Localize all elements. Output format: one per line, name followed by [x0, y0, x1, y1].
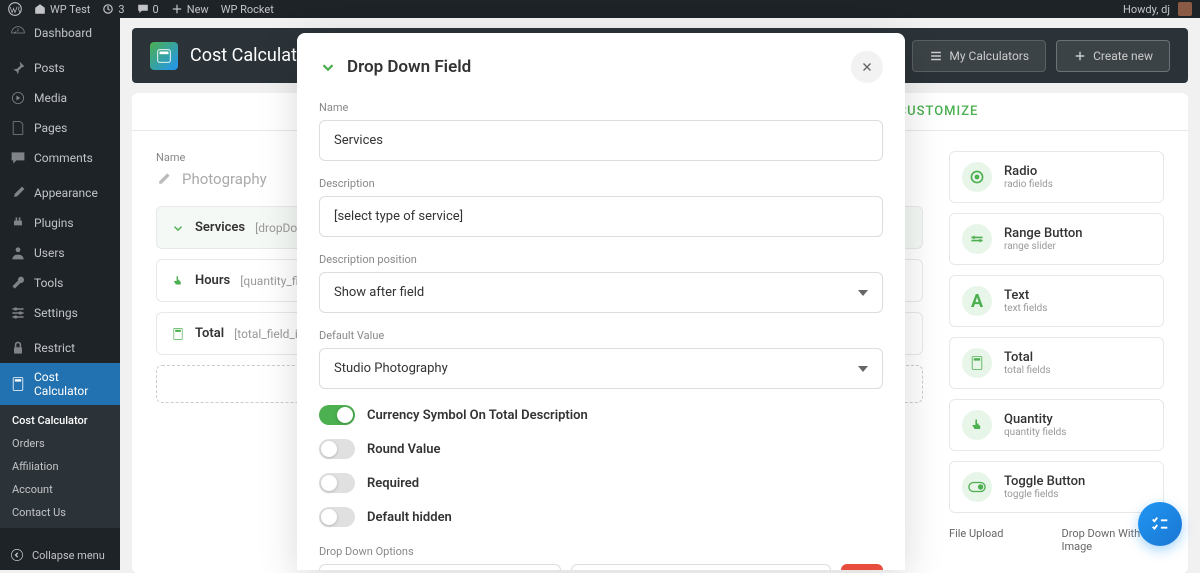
brush-icon [10, 185, 26, 201]
menu-settings[interactable]: Settings [0, 298, 120, 328]
description-input[interactable] [319, 196, 883, 237]
new-link[interactable]: New [171, 3, 209, 16]
element-text[interactable]: ATexttext fields [949, 275, 1164, 327]
option-name-input[interactable] [319, 564, 561, 570]
chevron-down-icon [319, 58, 337, 76]
dashboard-icon [10, 25, 26, 41]
modal-title: Drop Down Field [319, 57, 471, 77]
submenu-cost-calculator: Cost Calculator Orders Affiliation Accou… [0, 405, 120, 528]
element-quantity[interactable]: Quantityquantity fields [949, 399, 1164, 451]
menu-dashboard[interactable]: Dashboard [0, 18, 120, 48]
default-value-select[interactable]: Studio Photography [319, 348, 883, 389]
close-icon [860, 60, 874, 74]
description-label: Description [319, 177, 883, 190]
menu-cost-calculator[interactable]: Cost Calculator [0, 363, 120, 405]
options-label: Drop Down Options [319, 545, 883, 558]
hidden-toggle[interactable] [319, 507, 355, 527]
calculator-icon [10, 376, 26, 392]
element-radio[interactable]: Radioradio fields [949, 151, 1164, 203]
required-toggle[interactable] [319, 473, 355, 493]
help-fab[interactable] [1138, 502, 1182, 546]
menu-appearance[interactable]: Appearance [0, 178, 120, 208]
create-new-button[interactable]: Create new [1056, 40, 1170, 72]
menu-users[interactable]: Users [0, 238, 120, 268]
chevron-down-icon [171, 221, 185, 235]
radio-icon [962, 162, 992, 192]
edit-icon [156, 171, 172, 187]
submenu-orders[interactable]: Orders [0, 432, 120, 455]
menu-plugins[interactable]: Plugins [0, 208, 120, 238]
site-link[interactable]: WP Test [34, 3, 90, 16]
page-icon [10, 120, 26, 136]
wp-admin-sidebar: Dashboard Posts Media Pages Comments App… [0, 18, 120, 570]
submenu-account[interactable]: Account [0, 478, 120, 501]
round-toggle-label: Round Value [367, 442, 440, 457]
hand-icon [171, 274, 185, 288]
dropdown-field-modal: Drop Down Field Name Description Descrip… [297, 33, 905, 570]
admin-bar: WP Test 3 0 New WP Rocket Howdy, dj [0, 0, 1200, 18]
desc-position-label: Description position [319, 253, 883, 266]
currency-toggle-label: Currency Symbol On Total Description [367, 408, 588, 423]
file-upload-label: File Upload [949, 527, 1052, 553]
howdy-user[interactable]: Howdy, dj [1123, 2, 1192, 16]
user-icon [10, 245, 26, 261]
calculator-field-icon [171, 327, 185, 341]
media-icon [10, 90, 26, 106]
cc-title: Cost Calculator [190, 45, 313, 66]
menu-comments[interactable]: Comments [0, 143, 120, 173]
submenu-contact[interactable]: Contact Us [0, 501, 120, 524]
updates-link[interactable]: 3 [102, 3, 124, 16]
default-value-label: Default Value [319, 329, 883, 342]
menu-pages[interactable]: Pages [0, 113, 120, 143]
comment-icon [10, 150, 26, 166]
range-icon [962, 224, 992, 254]
my-calculators-button[interactable]: My Calculators [912, 40, 1046, 72]
name-input[interactable] [319, 120, 883, 161]
checklist-icon [1149, 513, 1171, 535]
currency-toggle[interactable] [319, 405, 355, 425]
element-toggle[interactable]: Toggle Buttontoggle fields [949, 461, 1164, 513]
round-toggle[interactable] [319, 439, 355, 459]
wrench-icon [10, 275, 26, 291]
plug-icon [10, 215, 26, 231]
submenu-affiliation[interactable]: Affiliation [0, 455, 120, 478]
quantity-icon [962, 410, 992, 440]
collapse-menu[interactable]: Collapse menu [0, 540, 120, 570]
menu-posts[interactable]: Posts [0, 53, 120, 83]
submenu-title[interactable]: Cost Calculator [0, 409, 120, 432]
delete-option-button[interactable] [841, 564, 883, 570]
lock-icon [10, 340, 26, 356]
cc-logo-icon [150, 42, 178, 70]
menu-tools[interactable]: Tools [0, 268, 120, 298]
total-icon [962, 348, 992, 378]
sliders-icon [10, 305, 26, 321]
close-button[interactable] [851, 51, 883, 83]
text-icon: A [962, 286, 992, 316]
wp-logo-icon[interactable] [8, 2, 22, 16]
desc-position-select[interactable]: Show after field [319, 272, 883, 313]
wp-rocket-link[interactable]: WP Rocket [221, 3, 274, 16]
toggle-icon [962, 472, 992, 502]
menu-media[interactable]: Media [0, 83, 120, 113]
comments-link[interactable]: 0 [137, 3, 159, 16]
menu-restrict[interactable]: Restrict [0, 333, 120, 363]
element-total[interactable]: Totaltotal fields [949, 337, 1164, 389]
element-range[interactable]: Range Buttonrange slider [949, 213, 1164, 265]
elements-panel: Radioradio fields Range Buttonrange slid… [949, 151, 1164, 553]
hidden-toggle-label: Default hidden [367, 510, 452, 525]
name-label: Name [319, 101, 883, 114]
pin-icon [10, 60, 26, 76]
required-toggle-label: Required [367, 476, 419, 491]
option-value-input[interactable] [571, 564, 831, 570]
